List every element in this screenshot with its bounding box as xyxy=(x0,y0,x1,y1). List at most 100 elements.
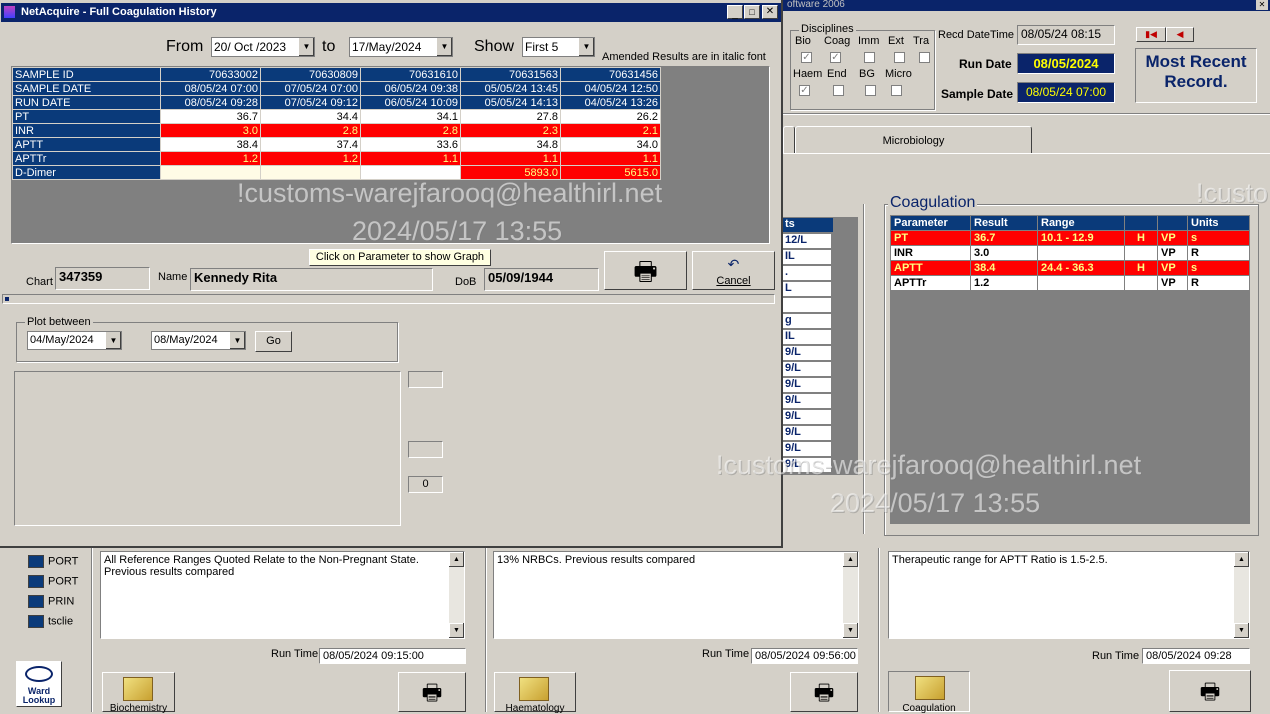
history-cell xyxy=(160,165,261,180)
first-record-button[interactable]: ▮◀ xyxy=(1136,27,1166,42)
chart-number-field[interactable]: 347359 xyxy=(55,267,150,290)
history-cell xyxy=(360,165,461,180)
discipline-label: Micro xyxy=(885,68,912,80)
coag-memo-scrollbar[interactable]: ▲ ▼ xyxy=(1234,552,1249,638)
haem-runtime-field[interactable]: 08/05/2024 09:56:00 xyxy=(751,648,858,664)
print-button[interactable]: 🖶 xyxy=(604,251,687,290)
disciplines-legend: Disciplines xyxy=(799,23,856,35)
patient-name-field[interactable]: Kennedy Rita xyxy=(190,268,433,291)
tree-item[interactable]: PORT xyxy=(28,575,78,589)
history-cell: 70633002 xyxy=(160,67,261,82)
discipline-checkbox[interactable] xyxy=(801,52,812,63)
discipline-checkbox[interactable] xyxy=(894,52,905,63)
history-row[interactable]: APTT 38.4 37.4 33.6 34.8 34.0 xyxy=(12,137,661,152)
coag-results-table: Parameter Result Range Units PT 36.7 10.1 - 12… xyxy=(890,215,1250,291)
tab-partial[interactable] xyxy=(783,126,795,154)
history-cell: 2.3 xyxy=(460,123,561,138)
discipline-checkbox[interactable] xyxy=(919,52,930,63)
haem-grid-header: ts xyxy=(783,218,833,232)
run-date-field[interactable]: 08/05/2024 xyxy=(1017,53,1115,74)
recd-datetime-field[interactable]: 08/05/24 08:15 xyxy=(1017,25,1115,45)
haem-units-cell: IL xyxy=(783,330,831,345)
dob-field[interactable]: 05/09/1944 xyxy=(484,268,599,291)
to-date-value: 17/May/2024 xyxy=(352,40,422,54)
haem-memo-scrollbar[interactable]: ▲ ▼ xyxy=(843,552,858,638)
haem-units-cell: . xyxy=(783,266,831,281)
go-button[interactable]: Go xyxy=(255,331,292,352)
coag-result-row[interactable]: APTT 38.4 24.4 - 36.3 H VP s xyxy=(890,260,1250,276)
prev-record-button[interactable]: ◀ xyxy=(1166,27,1194,42)
history-row[interactable]: INR 3.0 2.8 2.8 2.3 2.1 xyxy=(12,123,661,138)
run-date-label: Run Date xyxy=(959,57,1012,71)
history-row-label[interactable]: APTTr xyxy=(12,151,161,166)
history-row[interactable]: PT 36.7 34.4 34.1 27.8 26.2 xyxy=(12,109,661,124)
bio-print-button[interactable]: 🖶 xyxy=(398,672,466,712)
discipline-checkbox[interactable] xyxy=(833,85,844,96)
history-row-label[interactable]: APTT xyxy=(12,137,161,152)
haem-print-button[interactable]: 🖶 xyxy=(790,672,858,712)
graph-hint: Click on Parameter to show Graph xyxy=(309,249,491,266)
history-row[interactable]: SAMPLE DATE 08/05/24 07:00 07/05/24 07:00 0… xyxy=(12,81,661,96)
haem-comment-memo[interactable]: 13% NRBCs. Previous results compared ▲ ▼ xyxy=(493,551,859,639)
haematology-button[interactable]: Haematology xyxy=(494,672,576,714)
chevron-down-icon[interactable]: ▼ xyxy=(229,332,245,349)
coag-comment-text: Therapeutic range for APTT Ratio is 1.5-… xyxy=(892,554,1108,566)
history-row-label[interactable]: INR xyxy=(12,123,161,138)
discipline-checkbox[interactable] xyxy=(865,85,876,96)
chevron-down-icon[interactable]: ▼ xyxy=(436,38,452,56)
show-count-select[interactable]: First 5 ▼ xyxy=(522,37,595,57)
discipline-checkbox[interactable] xyxy=(864,52,875,63)
bio-comment-memo[interactable]: All Reference Ranges Quoted Relate to th… xyxy=(100,551,465,639)
coag-comment-memo[interactable]: Therapeutic range for APTT Ratio is 1.5-… xyxy=(888,551,1250,639)
chevron-down-icon[interactable]: ▼ xyxy=(298,38,314,56)
chevron-down-icon[interactable]: ▼ xyxy=(105,332,121,349)
history-cell: 38.4 xyxy=(160,137,261,152)
coag-result-cell xyxy=(1037,245,1125,261)
coag-result-row[interactable]: PT 36.7 10.1 - 12.9 H VP s xyxy=(890,230,1250,246)
cancel-button[interactable]: ↶ Cancel xyxy=(692,251,775,290)
coag-result-row[interactable]: APTTr 1.2 VP R xyxy=(890,275,1250,291)
history-row[interactable]: APTTr 1.2 1.2 1.1 1.1 1.1 xyxy=(12,151,661,166)
history-row[interactable]: SAMPLE ID 70633002 70630809 70631610 7063156… xyxy=(12,67,661,82)
coagulation-button[interactable]: Coagulation xyxy=(888,671,970,714)
discipline-checkbox[interactable] xyxy=(891,85,902,96)
bio-memo-scrollbar[interactable]: ▲ ▼ xyxy=(449,552,464,638)
bio-runtime-field[interactable]: 08/05/2024 09:15:00 xyxy=(319,648,466,664)
plot-from-select[interactable]: 04/May/2024 ▼ xyxy=(27,331,122,350)
discipline-checkbox[interactable] xyxy=(830,52,841,63)
coag-print-button[interactable]: 🖶 xyxy=(1169,670,1251,712)
history-row-label[interactable]: SAMPLE ID xyxy=(12,67,161,82)
coag-result-row[interactable]: INR 3.0 VP R xyxy=(890,245,1250,261)
sample-date-field[interactable]: 08/05/24 07:00 xyxy=(1017,82,1115,103)
graph-max-box xyxy=(408,371,443,388)
ward-lookup-button[interactable]: Ward Lookup xyxy=(16,661,62,707)
plot-between-legend: Plot between xyxy=(25,316,93,328)
tree-item[interactable]: PRIN xyxy=(28,595,74,609)
biochemistry-button[interactable]: Biochemistry xyxy=(102,672,175,714)
discipline-checkbox[interactable] xyxy=(799,85,810,96)
bg-close-icon[interactable]: ✕ xyxy=(1256,0,1268,10)
graph-area[interactable] xyxy=(14,371,401,526)
history-row-label[interactable]: D-Dimer xyxy=(12,165,161,180)
tree-item[interactable]: tsclie xyxy=(28,615,73,629)
tab-microbiology[interactable]: Microbiology xyxy=(795,126,1032,154)
tree-item[interactable]: PORT xyxy=(28,555,78,569)
history-row-label[interactable]: RUN DATE xyxy=(12,95,161,110)
history-cell: 70631563 xyxy=(460,67,561,82)
coag-runtime-field[interactable]: 08/05/2024 09:28 xyxy=(1142,648,1250,664)
history-row-label[interactable]: PT xyxy=(12,109,161,124)
maximize-icon[interactable]: □ xyxy=(744,5,760,19)
minimize-icon[interactable]: _ xyxy=(727,5,743,20)
haem-runtime-label: Run Time xyxy=(702,648,750,660)
dob-label: DoB xyxy=(455,276,477,288)
printer-icon: 🖶 xyxy=(633,256,658,286)
close-icon[interactable]: ✕ xyxy=(762,5,778,19)
plot-to-select[interactable]: 08/May/2024 ▼ xyxy=(151,331,246,350)
to-label: to xyxy=(322,38,336,55)
history-row[interactable]: RUN DATE 08/05/24 09:28 07/05/24 09:12 06/0… xyxy=(12,95,661,110)
to-date-select[interactable]: 17/May/2024 ▼ xyxy=(349,37,453,57)
history-row[interactable]: D-Dimer 5893.0 5615.0 xyxy=(12,165,661,180)
chevron-down-icon[interactable]: ▼ xyxy=(578,38,594,56)
from-date-select[interactable]: 20/ Oct /2023 ▼ xyxy=(211,37,315,57)
history-row-label[interactable]: SAMPLE DATE xyxy=(12,81,161,96)
